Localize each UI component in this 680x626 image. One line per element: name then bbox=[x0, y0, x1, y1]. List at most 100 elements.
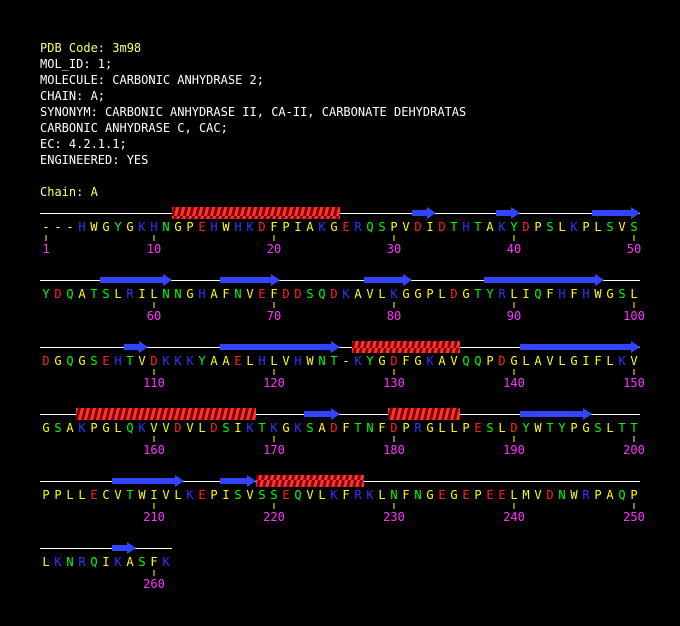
residue: D bbox=[498, 354, 505, 368]
residue: V bbox=[162, 421, 169, 435]
residue: L bbox=[558, 220, 565, 234]
residue: Q bbox=[126, 421, 133, 435]
residue: S bbox=[90, 354, 97, 368]
strand-arrow bbox=[496, 207, 520, 219]
residue: K bbox=[186, 354, 194, 368]
residue: V bbox=[150, 421, 157, 435]
sequence-row: GSAKPGLQKVVDVLDSIKTKGKSADFTNFDPRGLLPESLD… bbox=[40, 408, 645, 457]
residue: P bbox=[474, 488, 481, 502]
strand-arrow bbox=[220, 341, 340, 353]
residue: I bbox=[234, 421, 241, 435]
residue: F bbox=[546, 287, 553, 301]
residue: I bbox=[582, 354, 589, 368]
residue: S bbox=[222, 421, 229, 435]
residue: E bbox=[90, 488, 97, 502]
residue: N bbox=[558, 488, 565, 502]
residue: H bbox=[114, 354, 121, 368]
residue: D bbox=[546, 488, 553, 502]
residue: G bbox=[186, 287, 193, 301]
residue: F bbox=[378, 421, 385, 435]
residue: L bbox=[510, 287, 517, 301]
residue: L bbox=[318, 488, 325, 502]
residue: A bbox=[486, 220, 494, 234]
residue: V bbox=[114, 488, 121, 502]
residue: K bbox=[246, 421, 254, 435]
residue: Q bbox=[66, 354, 73, 368]
residue: R bbox=[354, 488, 362, 502]
position-number: 130 bbox=[383, 376, 405, 390]
residue: Y bbox=[510, 220, 518, 234]
residue: A bbox=[606, 488, 614, 502]
residue: E bbox=[198, 488, 205, 502]
residue: Q bbox=[462, 354, 469, 368]
residue: G bbox=[378, 354, 385, 368]
residue: L bbox=[438, 287, 445, 301]
residue: D bbox=[282, 287, 289, 301]
residue: A bbox=[534, 354, 542, 368]
residue: F bbox=[222, 287, 229, 301]
helix-segment bbox=[388, 408, 460, 420]
residue: L bbox=[558, 354, 565, 368]
residue: K bbox=[618, 354, 626, 368]
residue: L bbox=[510, 488, 517, 502]
residue: G bbox=[582, 421, 589, 435]
residue: E bbox=[462, 488, 469, 502]
residue: L bbox=[522, 354, 529, 368]
residue: Q bbox=[474, 354, 481, 368]
residue: L bbox=[594, 220, 601, 234]
residue: G bbox=[606, 287, 613, 301]
residue: H bbox=[150, 220, 157, 234]
strand-arrow bbox=[100, 274, 172, 286]
residue: L bbox=[42, 555, 49, 569]
position-number: 250 bbox=[623, 510, 645, 524]
residue: E bbox=[474, 421, 481, 435]
residue: D bbox=[294, 287, 301, 301]
residue: I bbox=[294, 220, 301, 234]
helix-segment bbox=[76, 408, 256, 420]
residue: R bbox=[414, 421, 422, 435]
residue: T bbox=[354, 421, 361, 435]
residue: R bbox=[78, 555, 86, 569]
sequence-viewer: ---HWGYGKHNGPEHWHKDFPIAKGERQSPVDIDTHTAKY… bbox=[40, 207, 645, 591]
residue: N bbox=[162, 220, 169, 234]
residue: - bbox=[54, 220, 61, 234]
strand-arrow bbox=[412, 207, 436, 219]
residue: K bbox=[78, 421, 86, 435]
residue: K bbox=[270, 421, 278, 435]
residue: A bbox=[210, 354, 218, 368]
residue: G bbox=[450, 488, 457, 502]
helix-segment bbox=[352, 341, 460, 353]
residue: L bbox=[606, 421, 613, 435]
residue: N bbox=[390, 488, 397, 502]
position-number: 160 bbox=[143, 443, 165, 457]
residue: K bbox=[114, 555, 122, 569]
residue: Y bbox=[558, 421, 566, 435]
residue: A bbox=[354, 287, 362, 301]
residue: L bbox=[378, 287, 385, 301]
residue: - bbox=[342, 354, 349, 368]
position-number: 210 bbox=[143, 510, 165, 524]
position-number: 220 bbox=[263, 510, 285, 524]
residue: F bbox=[342, 488, 349, 502]
residue: T bbox=[546, 421, 553, 435]
residue: Y bbox=[486, 287, 494, 301]
residue: G bbox=[174, 220, 181, 234]
sequence-row: L K N R Q I K A S F K260 bbox=[40, 542, 172, 591]
residue: P bbox=[570, 421, 577, 435]
residue: Q bbox=[618, 488, 625, 502]
residue: L bbox=[114, 421, 121, 435]
residue: E bbox=[102, 354, 109, 368]
residue: Q bbox=[294, 488, 301, 502]
residue: W bbox=[570, 488, 578, 502]
residue: K bbox=[498, 220, 506, 234]
position-number: 100 bbox=[623, 309, 645, 323]
residue: H bbox=[210, 220, 217, 234]
residue: S bbox=[54, 421, 61, 435]
residue: D bbox=[390, 354, 397, 368]
residue: L bbox=[78, 488, 85, 502]
sequence-row: YDQATSLRILNNGHAFNVEFDDSQDKAVLKGGPLDGTYRL… bbox=[40, 274, 645, 323]
residue: G bbox=[126, 220, 133, 234]
residue: H bbox=[78, 220, 85, 234]
position-number: 240 bbox=[503, 510, 525, 524]
residue: K bbox=[342, 287, 350, 301]
